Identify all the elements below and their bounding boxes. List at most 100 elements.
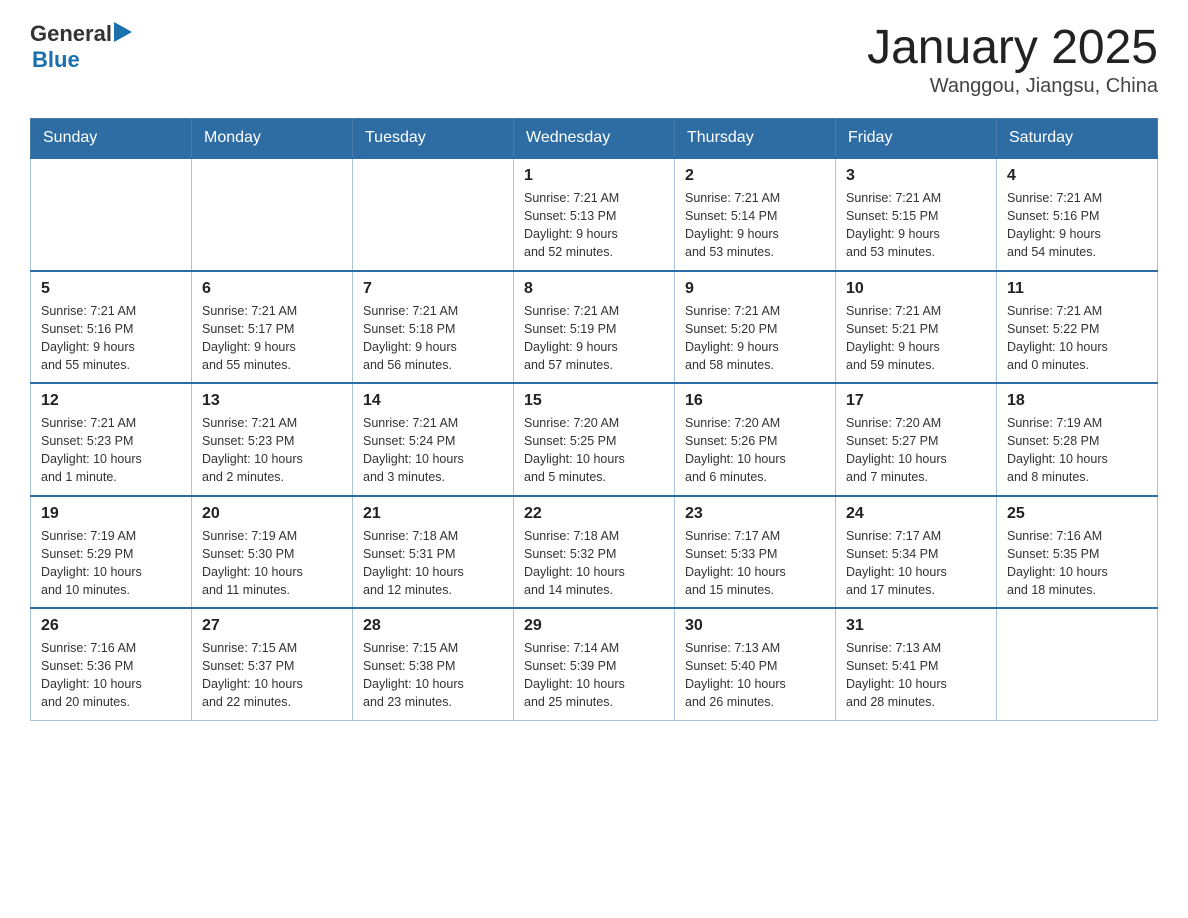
day-number: 1: [524, 167, 664, 185]
day-info: Sunrise: 7:21 AMSunset: 5:13 PMDaylight:…: [524, 189, 664, 262]
calendar-day-24: 24Sunrise: 7:17 AMSunset: 5:34 PMDayligh…: [836, 496, 997, 609]
calendar-day-13: 13 Sunrise: 7:21 AMSunset: 5:23 PMDayligh…: [192, 383, 353, 496]
day-info: Sunrise: 7:21 AMSunset: 5:19 PMDaylight:…: [524, 302, 664, 375]
logo-triangle-icon: [114, 22, 132, 42]
day-number: 30: [685, 617, 825, 635]
day-info: Sunrise: 7:16 AMSunset: 5:36 PMDaylight:…: [41, 639, 181, 712]
day-info: Sunrise: 7:15 AMSunset: 5:38 PMDaylight:…: [363, 639, 503, 712]
day-number: 6: [202, 280, 342, 298]
calendar-day-30: 30 Sunrise: 7:13 AMSunset: 5:40 PMDayligh…: [675, 608, 836, 720]
day-number: 3: [846, 167, 986, 185]
day-number: 9: [685, 280, 825, 298]
day-info: Sunrise: 7:21 AMSunset: 5:24 PMDaylight:…: [363, 414, 503, 487]
day-info: Sunrise: 7:21 AMSunset: 5:22 PMDaylight:…: [1007, 302, 1147, 375]
day-number: 14: [363, 392, 503, 410]
calendar-header-wednesday: Wednesday: [514, 119, 675, 159]
calendar-day-2: 2 Sunrise: 7:21 AMSunset: 5:14 PMDaylight…: [675, 158, 836, 271]
calendar-empty-cell: [353, 158, 514, 271]
day-info: Sunrise: 7:19 AMSunset: 5:30 PMDaylight:…: [202, 527, 342, 600]
day-info: Sunrise: 7:15 AMSunset: 5:37 PMDaylight:…: [202, 639, 342, 712]
day-info: Sunrise: 7:20 AMSunset: 5:26 PMDaylight:…: [685, 414, 825, 487]
logo: General Blue: [30, 20, 132, 73]
day-number: 5: [41, 280, 181, 298]
day-info: Sunrise: 7:21 AMSunset: 5:14 PMDaylight:…: [685, 189, 825, 262]
day-info: Sunrise: 7:21 AMSunset: 5:16 PMDaylight:…: [41, 302, 181, 375]
day-number: 29: [524, 617, 664, 635]
day-number: 26: [41, 617, 181, 635]
calendar-day-9: 9 Sunrise: 7:21 AMSunset: 5:20 PMDaylight…: [675, 271, 836, 384]
calendar-header-row: SundayMondayTuesdayWednesdayThursdayFrid…: [31, 119, 1158, 159]
calendar-day-16: 16 Sunrise: 7:20 AMSunset: 5:26 PMDayligh…: [675, 383, 836, 496]
calendar-week-row: 26 Sunrise: 7:16 AMSunset: 5:36 PMDayligh…: [31, 608, 1158, 720]
day-info: Sunrise: 7:21 AMSunset: 5:16 PMDaylight:…: [1007, 189, 1147, 262]
day-number: 18: [1007, 392, 1147, 410]
day-info: Sunrise: 7:21 AMSunset: 5:23 PMDaylight:…: [41, 414, 181, 487]
calendar-header-sunday: Sunday: [31, 119, 192, 159]
day-number: 19: [41, 505, 181, 523]
calendar-day-18: 18 Sunrise: 7:19 AMSunset: 5:28 PMDayligh…: [997, 383, 1158, 496]
title-block: January 2025 Wanggou, Jiangsu, China: [867, 20, 1158, 98]
day-info: Sunrise: 7:16 AMSunset: 5:35 PMDaylight:…: [1007, 527, 1147, 600]
day-number: 23: [685, 505, 825, 523]
day-number: 2: [685, 167, 825, 185]
day-number: 7: [363, 280, 503, 298]
day-info: Sunrise: 7:21 AMSunset: 5:18 PMDaylight:…: [363, 302, 503, 375]
calendar-empty-cell: [192, 158, 353, 271]
calendar-day-7: 7 Sunrise: 7:21 AMSunset: 5:18 PMDaylight…: [353, 271, 514, 384]
logo-general: General: [30, 21, 112, 47]
day-number: 31: [846, 617, 986, 635]
calendar-day-4: 4 Sunrise: 7:21 AMSunset: 5:16 PMDaylight…: [997, 158, 1158, 271]
calendar-day-19: 19 Sunrise: 7:19 AMSunset: 5:29 PMDayligh…: [31, 496, 192, 609]
calendar-day-15: 15Sunrise: 7:20 AMSunset: 5:25 PMDayligh…: [514, 383, 675, 496]
day-number: 20: [202, 505, 342, 523]
day-number: 17: [846, 392, 986, 410]
day-number: 13: [202, 392, 342, 410]
calendar-day-20: 20 Sunrise: 7:19 AMSunset: 5:30 PMDayligh…: [192, 496, 353, 609]
day-info: Sunrise: 7:21 AMSunset: 5:17 PMDaylight:…: [202, 302, 342, 375]
logo-blue: Blue: [32, 47, 132, 73]
day-info: Sunrise: 7:21 AMSunset: 5:15 PMDaylight:…: [846, 189, 986, 262]
calendar-day-26: 26 Sunrise: 7:16 AMSunset: 5:36 PMDayligh…: [31, 608, 192, 720]
day-info: Sunrise: 7:21 AMSunset: 5:23 PMDaylight:…: [202, 414, 342, 487]
day-info: Sunrise: 7:20 AMSunset: 5:27 PMDaylight:…: [846, 414, 986, 487]
calendar-week-row: 1 Sunrise: 7:21 AMSunset: 5:13 PMDaylight…: [31, 158, 1158, 271]
day-info: Sunrise: 7:19 AMSunset: 5:28 PMDaylight:…: [1007, 414, 1147, 487]
day-number: 8: [524, 280, 664, 298]
page-header: General Blue January 2025 Wanggou, Jiang…: [30, 20, 1158, 98]
day-info: Sunrise: 7:17 AMSunset: 5:33 PMDaylight:…: [685, 527, 825, 600]
calendar-week-row: 5 Sunrise: 7:21 AMSunset: 5:16 PMDaylight…: [31, 271, 1158, 384]
calendar-empty-cell: [31, 158, 192, 271]
day-info: Sunrise: 7:18 AMSunset: 5:31 PMDaylight:…: [363, 527, 503, 600]
day-info: Sunrise: 7:21 AMSunset: 5:20 PMDaylight:…: [685, 302, 825, 375]
day-number: 12: [41, 392, 181, 410]
calendar-table: SundayMondayTuesdayWednesdayThursdayFrid…: [30, 118, 1158, 721]
day-number: 28: [363, 617, 503, 635]
day-info: Sunrise: 7:21 AMSunset: 5:21 PMDaylight:…: [846, 302, 986, 375]
day-info: Sunrise: 7:13 AMSunset: 5:40 PMDaylight:…: [685, 639, 825, 712]
calendar-day-27: 27Sunrise: 7:15 AMSunset: 5:37 PMDayligh…: [192, 608, 353, 720]
calendar-header-friday: Friday: [836, 119, 997, 159]
day-number: 24: [846, 505, 986, 523]
calendar-day-21: 21 Sunrise: 7:18 AMSunset: 5:31 PMDayligh…: [353, 496, 514, 609]
day-number: 10: [846, 280, 986, 298]
calendar-day-23: 23 Sunrise: 7:17 AMSunset: 5:33 PMDayligh…: [675, 496, 836, 609]
calendar-day-31: 31 Sunrise: 7:13 AMSunset: 5:41 PMDayligh…: [836, 608, 997, 720]
calendar-header-tuesday: Tuesday: [353, 119, 514, 159]
calendar-week-row: 12 Sunrise: 7:21 AMSunset: 5:23 PMDayligh…: [31, 383, 1158, 496]
calendar-day-28: 28 Sunrise: 7:15 AMSunset: 5:38 PMDayligh…: [353, 608, 514, 720]
calendar-day-11: 11Sunrise: 7:21 AMSunset: 5:22 PMDayligh…: [997, 271, 1158, 384]
calendar-header-saturday: Saturday: [997, 119, 1158, 159]
day-number: 16: [685, 392, 825, 410]
calendar-day-14: 14 Sunrise: 7:21 AMSunset: 5:24 PMDayligh…: [353, 383, 514, 496]
calendar-day-6: 6 Sunrise: 7:21 AMSunset: 5:17 PMDaylight…: [192, 271, 353, 384]
day-info: Sunrise: 7:19 AMSunset: 5:29 PMDaylight:…: [41, 527, 181, 600]
calendar-day-1: 1 Sunrise: 7:21 AMSunset: 5:13 PMDaylight…: [514, 158, 675, 271]
calendar-day-10: 10 Sunrise: 7:21 AMSunset: 5:21 PMDayligh…: [836, 271, 997, 384]
day-number: 15: [524, 392, 664, 410]
calendar-header-thursday: Thursday: [675, 119, 836, 159]
day-info: Sunrise: 7:13 AMSunset: 5:41 PMDaylight:…: [846, 639, 986, 712]
day-number: 21: [363, 505, 503, 523]
calendar-day-12: 12 Sunrise: 7:21 AMSunset: 5:23 PMDayligh…: [31, 383, 192, 496]
page-subtitle: Wanggou, Jiangsu, China: [867, 75, 1158, 98]
day-number: 4: [1007, 167, 1147, 185]
